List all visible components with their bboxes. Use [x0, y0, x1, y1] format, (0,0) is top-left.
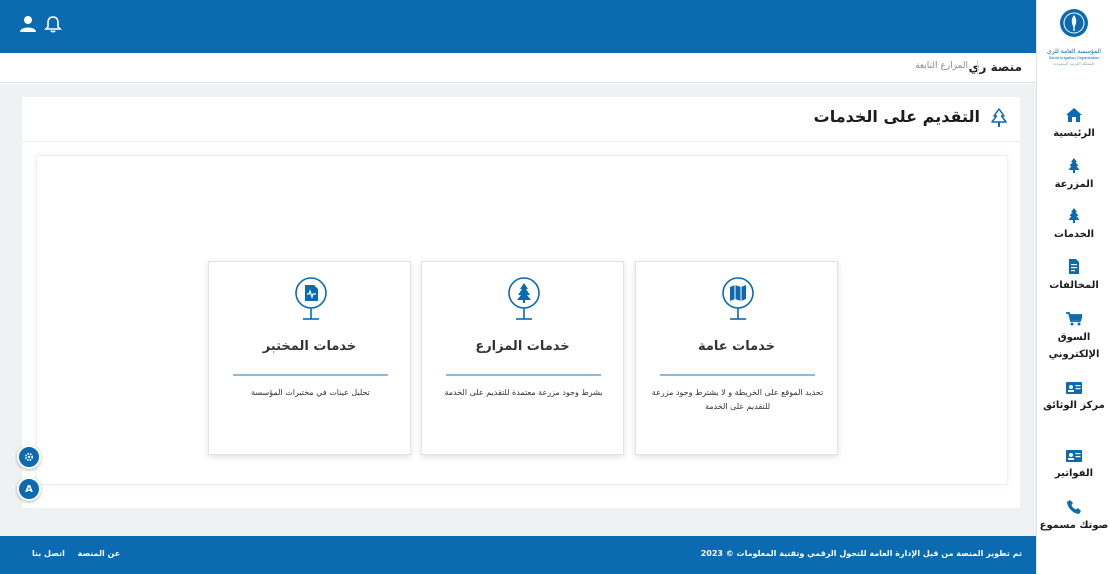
breadcrumb-current[interactable]: المزارع التابعة [915, 61, 968, 71]
organization-seal-icon [1060, 9, 1088, 37]
card-description: تحديد الموقع على الخريطة و لا يشترط وجود… [651, 388, 824, 411]
logo-country: المملكة العربية السعودية [1053, 61, 1095, 66]
settings-button[interactable] [17, 445, 41, 469]
bell-icon[interactable] [43, 14, 63, 34]
sidebar-item-label: الخدمات [1053, 229, 1095, 240]
sidebar-item-marketplace[interactable]: السوق الإلكتروني [1037, 312, 1110, 363]
sidebar-item-violations[interactable]: المخالفات [1037, 259, 1110, 294]
footer-copyright: تم تطوير المنصة من قبل الإدارة العامة لل… [700, 549, 1022, 558]
services-container: خدمات المختبر تحليل عينات في مختبرات الم… [36, 155, 1008, 485]
cart-icon [1066, 312, 1082, 326]
sidebar-item-invoices[interactable]: الفواتير [1037, 450, 1110, 482]
card-description: تحليل عينات في مختبرات المؤسسة [251, 388, 370, 397]
services-panel: التقديم على الخدمات خدمات المختبر تحليل … [22, 97, 1020, 508]
organization-logo[interactable]: المؤسسة العامة للري Saudi Irrigation Org… [1045, 8, 1103, 90]
logo-arabic-name: المؤسسة العامة للري [1047, 48, 1101, 55]
id-card-icon [1066, 382, 1082, 394]
card-description: بشرط وجود مزرعة معتمدة للتقديم على الخدم… [444, 388, 603, 397]
sidebar-item-label: السوق الإلكتروني [1048, 332, 1100, 360]
map-icon [722, 277, 754, 320]
card-divider [446, 374, 601, 376]
top-header-bar [0, 0, 1036, 53]
card-title: خدمات المزارع [475, 339, 570, 354]
gear-icon [24, 452, 34, 462]
card-title: خدمات عامة [697, 339, 776, 354]
sidebar-item-label: الفواتير [1054, 468, 1094, 479]
sidebar-item-services[interactable]: الخدمات [1037, 208, 1110, 243]
sidebar-item-feedback[interactable]: صوتك مسموع [1037, 500, 1110, 534]
document-icon [1069, 259, 1079, 274]
service-card-lab[interactable]: خدمات المختبر تحليل عينات في مختبرات الم… [208, 261, 411, 455]
service-card-general[interactable]: خدمات عامة تحديد الموقع على الخريطة و لا… [635, 261, 838, 455]
content-area: التقديم على الخدمات خدمات المختبر تحليل … [0, 84, 1036, 536]
sidebar-item-farm[interactable]: المزرعة [1037, 158, 1110, 193]
sidebar-item-label: مركز الوثائق [1043, 400, 1105, 411]
sidebar-item-label: المخالفات [1049, 280, 1099, 291]
sidebar-item-documents-center[interactable]: مركز الوثائق [1037, 382, 1110, 414]
sidebar-item-label: المزرعة [1054, 179, 1094, 190]
card-divider [660, 374, 815, 376]
footer-about-link[interactable]: عن المنصة [78, 549, 121, 558]
service-card-farms[interactable]: خدمات المزارع بشرط وجود مزرعة معتمدة للت… [421, 261, 624, 455]
user-icon[interactable] [18, 14, 38, 34]
home-icon [1066, 108, 1082, 122]
footer-links: عن المنصة اتصل بنا [22, 549, 120, 558]
sidebar-item-label: صوتك مسموع [1039, 520, 1109, 531]
tree-icon [1068, 158, 1080, 173]
breadcrumb-separator [977, 60, 978, 75]
sidebar-item-home[interactable]: الرئيسية [1037, 108, 1110, 142]
panel-header: التقديم على الخدمات [22, 97, 1020, 142]
breadcrumb: منصة ري المزارع التابعة [0, 53, 1036, 83]
page-title: التقديم على الخدمات [813, 107, 980, 126]
tree-icon [1068, 208, 1080, 223]
sidebar-item-label: الرئيسية [1053, 128, 1095, 139]
id-card-icon [1066, 450, 1082, 462]
phone-icon [1067, 500, 1081, 514]
footer-contact-link[interactable]: اتصل بنا [32, 549, 65, 558]
card-title: خدمات المختبر [262, 339, 357, 354]
card-divider [233, 374, 388, 376]
tree-icon [508, 277, 540, 320]
footer: تم تطوير المنصة من قبل الإدارة العامة لل… [0, 536, 1036, 574]
sidebar: المؤسسة العامة للري Saudi Irrigation Org… [1036, 0, 1110, 574]
accessibility-button[interactable]: A [17, 477, 41, 501]
lab-file-icon [295, 277, 327, 320]
accessibility-label: A [25, 483, 33, 495]
tree-outline-icon [991, 108, 1007, 127]
